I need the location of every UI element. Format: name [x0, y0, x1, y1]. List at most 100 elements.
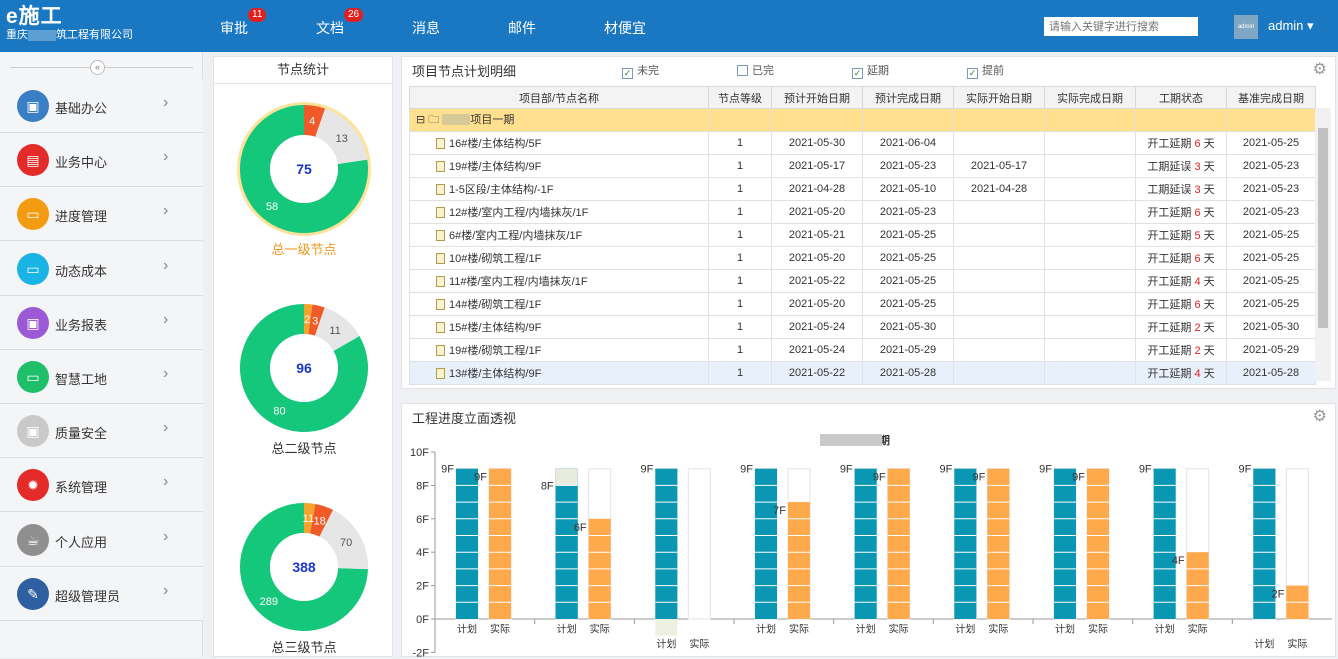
filter-checkbox-0[interactable]: ✓未完: [622, 62, 659, 79]
table-row[interactable]: 13#楼/主体结构/9F12021-05-222021-05-28开工延期 4 …: [410, 362, 1316, 385]
table-row[interactable]: 15#楼/主体结构/9F12021-05-242021-05-30开工延期 2 …: [410, 316, 1316, 339]
table-cell: [954, 224, 1045, 247]
nav-1[interactable]: 文档26: [316, 18, 344, 38]
chevron-right-icon: ›: [163, 257, 168, 275]
column-header[interactable]: 实际完成日期: [1045, 87, 1136, 109]
checkbox-icon[interactable]: [737, 65, 748, 76]
table-row[interactable]: 19#楼/主体结构/9F12021-05-172021-05-232021-05…: [410, 155, 1316, 178]
node-name: 19#楼/主体结构/9F: [449, 161, 541, 173]
table-row[interactable]: 19#楼/砌筑工程/1F12021-05-242021-05-29开工延期 2 …: [410, 339, 1316, 362]
search-input[interactable]: [1044, 17, 1198, 36]
bar-value-label: 8F: [541, 480, 554, 492]
collapse-icon[interactable]: «: [90, 60, 105, 75]
sidebar-item-3[interactable]: ▭动态成本›: [0, 242, 203, 296]
sidebar-item-7[interactable]: ✹系统管理›: [0, 458, 203, 512]
column-header[interactable]: 预计开始日期: [772, 87, 863, 109]
gear-icon[interactable]: ⚙: [1313, 59, 1327, 79]
table-cell: 2021-05-25: [1227, 247, 1316, 270]
wrench-icon: ✎: [17, 578, 49, 610]
status-cell: 开工延期 6 天: [1136, 293, 1227, 316]
chevron-right-icon: ›: [163, 311, 168, 329]
status-cell: 工期延误 3 天: [1136, 155, 1227, 178]
filter-checkbox-1[interactable]: 已完: [737, 62, 774, 78]
status-text: 开工延期: [1147, 322, 1191, 334]
redacted-block: [28, 30, 56, 41]
node-name-cell: 10#楼/砌筑工程/1F: [410, 247, 709, 270]
node-name: 11#楼/室内工程/内墙抹灰/1F: [449, 276, 588, 288]
table-cell: 2021-05-25: [1227, 293, 1316, 316]
table-cell: 2021-04-28: [954, 178, 1045, 201]
sidebar-item-9[interactable]: ✎超级管理员›: [0, 567, 203, 621]
table-row[interactable]: 16#楼/主体结构/5F12021-05-302021-06-04开工延期 6 …: [410, 132, 1316, 155]
table-cell: 2021-05-25: [1227, 224, 1316, 247]
column-header[interactable]: 实际开始日期: [954, 87, 1045, 109]
sidebar-item-label: 动态成本: [55, 261, 107, 280]
node-stats-panel: 节点统计 581347580113296289701811388 总一级节点总二…: [213, 56, 393, 657]
scrollbar-thumb[interactable]: [1318, 128, 1328, 328]
table-cell: [1045, 224, 1136, 247]
sidebar-item-2[interactable]: ▭进度管理›: [0, 187, 203, 241]
filter-checkbox-2[interactable]: ✓ 延期: [852, 62, 889, 79]
sidebar-item-5[interactable]: ▭智慧工地›: [0, 350, 203, 404]
unit-text: 天: [1204, 230, 1215, 242]
floor-bar-plan: [1054, 469, 1076, 619]
filter-label: 已完: [752, 65, 774, 77]
column-header[interactable]: 预计完成日期: [863, 87, 954, 109]
briefcase-icon: ▣: [17, 307, 49, 339]
table-row[interactable]: 1-5区段/主体结构/-1F12021-04-282021-05-102021-…: [410, 178, 1316, 201]
nav-3[interactable]: 邮件: [508, 18, 536, 38]
notification-badge: 26: [344, 8, 363, 22]
table-cell: 1: [709, 293, 772, 316]
table-cell: 2021-05-28: [863, 362, 954, 385]
user-menu[interactable]: admin ▾: [1268, 18, 1314, 34]
column-header[interactable]: 基准完成日期: [1227, 87, 1316, 109]
bar-value-label: 9F: [1139, 464, 1152, 476]
scrollbar[interactable]: [1315, 108, 1331, 381]
nav-0[interactable]: 审批11: [220, 18, 248, 38]
nav-2[interactable]: 消息: [412, 18, 440, 38]
unit-text: 天: [1204, 368, 1215, 380]
table-row[interactable]: 14#楼/砌筑工程/1F12021-05-202021-05-25开工延期 6 …: [410, 293, 1316, 316]
floor-bar-actual: [489, 469, 511, 619]
column-header[interactable]: 节点等级: [709, 87, 772, 109]
briefcase-icon: ▣: [17, 90, 49, 122]
group-row[interactable]: ⊟ 🗀 项目一期: [410, 109, 1316, 132]
floor-bar-plan: [855, 469, 877, 619]
sidebar-item-1[interactable]: ▤业务中心›: [0, 133, 203, 187]
delay-days: 6: [1194, 207, 1200, 219]
column-header[interactable]: 工期状态: [1136, 87, 1227, 109]
sidebar-item-6[interactable]: ▣质量安全›: [0, 404, 203, 458]
segment-label: 11: [303, 513, 314, 525]
checkbox-icon[interactable]: ✓: [852, 68, 863, 79]
bar-category-label: 计划: [457, 622, 477, 635]
table-row[interactable]: 11#楼/室内工程/内墙抹灰/1F12021-05-222021-05-25开工…: [410, 270, 1316, 293]
table-row[interactable]: 10#楼/砌筑工程/1F12021-05-202021-05-25开工延期 6 …: [410, 247, 1316, 270]
bar-category-label: 实际: [590, 622, 610, 635]
table-cell: 2021-05-25: [1227, 270, 1316, 293]
sidebar-item-0[interactable]: ▣基础办公›: [0, 79, 203, 133]
filter-checkbox-3[interactable]: ✓提前: [967, 62, 1004, 79]
table-row[interactable]: 12#楼/室内工程/内墙抹灰/1F12021-05-202021-05-23开工…: [410, 201, 1316, 224]
table-cell: [1045, 362, 1136, 385]
sidebar-item-4[interactable]: ▣业务报表›: [0, 296, 203, 350]
bar-value-label: 9F: [1072, 472, 1085, 484]
column-header[interactable]: 项目部/节点名称: [410, 87, 709, 109]
status-cell: 开工延期 6 天: [1136, 132, 1227, 155]
filter-label: 延期: [867, 65, 889, 77]
avatar[interactable]: admin: [1234, 15, 1258, 39]
node-name-cell: 19#楼/砌筑工程/1F: [410, 339, 709, 362]
nav-4[interactable]: 材便宜: [604, 18, 646, 38]
sidebar-item-label: 超级管理员: [55, 586, 120, 605]
table-cell: 1: [709, 247, 772, 270]
table-cell: [954, 270, 1045, 293]
bar-value-label: 9F: [1039, 464, 1052, 476]
checkbox-icon[interactable]: ✓: [622, 68, 633, 79]
table-cell: [954, 293, 1045, 316]
sidebar-item-8[interactable]: ☕个人应用›: [0, 513, 203, 567]
checkbox-icon[interactable]: ✓: [967, 68, 978, 79]
table-row[interactable]: 6#楼/室内工程/内墙抹灰/1F12021-05-212021-05-25开工延…: [410, 224, 1316, 247]
floor-bar-actual: [888, 469, 910, 619]
bar-category-label: 计划: [856, 622, 876, 635]
table-cell: 2021-05-24: [772, 339, 863, 362]
brand[interactable]: e施工 重庆筑工程有限公司: [6, 6, 133, 42]
